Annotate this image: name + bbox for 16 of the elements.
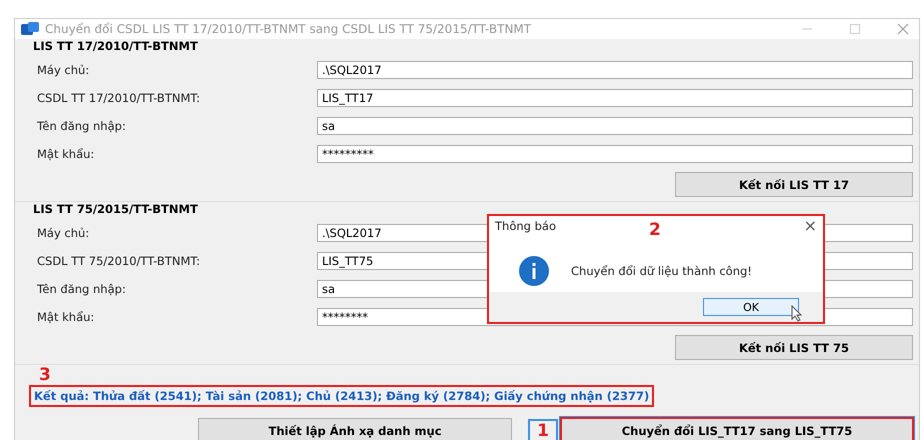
field-label: Máy chủ:	[37, 63, 90, 77]
field-label: Tên đăng nhập:	[37, 119, 127, 133]
group-title: LIS TT 17/2010/TT-BTNMT	[33, 39, 199, 55]
field-label: Mật khẩu:	[37, 310, 96, 324]
field-label: Tên đăng nhập:	[37, 282, 127, 296]
group-title: LIS TT 75/2015/TT-BTNMT	[33, 202, 199, 218]
dialog-message: Chuyển đổi dữ liệu thành công!	[571, 264, 752, 278]
result-text: Kết quả: Thửa đất (2541); Tài sản (2081); Chủ (2413); Đăng ký (2784); Giấy chứng nhận (2377)	[29, 385, 654, 407]
annotation-number: 3	[39, 365, 51, 385]
field-label: Mật khẩu:	[37, 147, 96, 161]
dialog-title: Thông báo	[495, 219, 556, 233]
field-label: CSDL TT 17/2010/TT-BTNMT:	[37, 91, 202, 105]
annotation-number: 2	[649, 220, 661, 240]
window-title: Chuyển đổi CSDL LIS TT 17/2010/TT-BTNMT sang CSDL LIS TT 75/2015/TT-BTNMT	[45, 22, 532, 36]
field-label: Máy chủ:	[37, 226, 90, 240]
field-label: CSDL TT 75/2010/TT-BTNMT:	[37, 254, 202, 268]
